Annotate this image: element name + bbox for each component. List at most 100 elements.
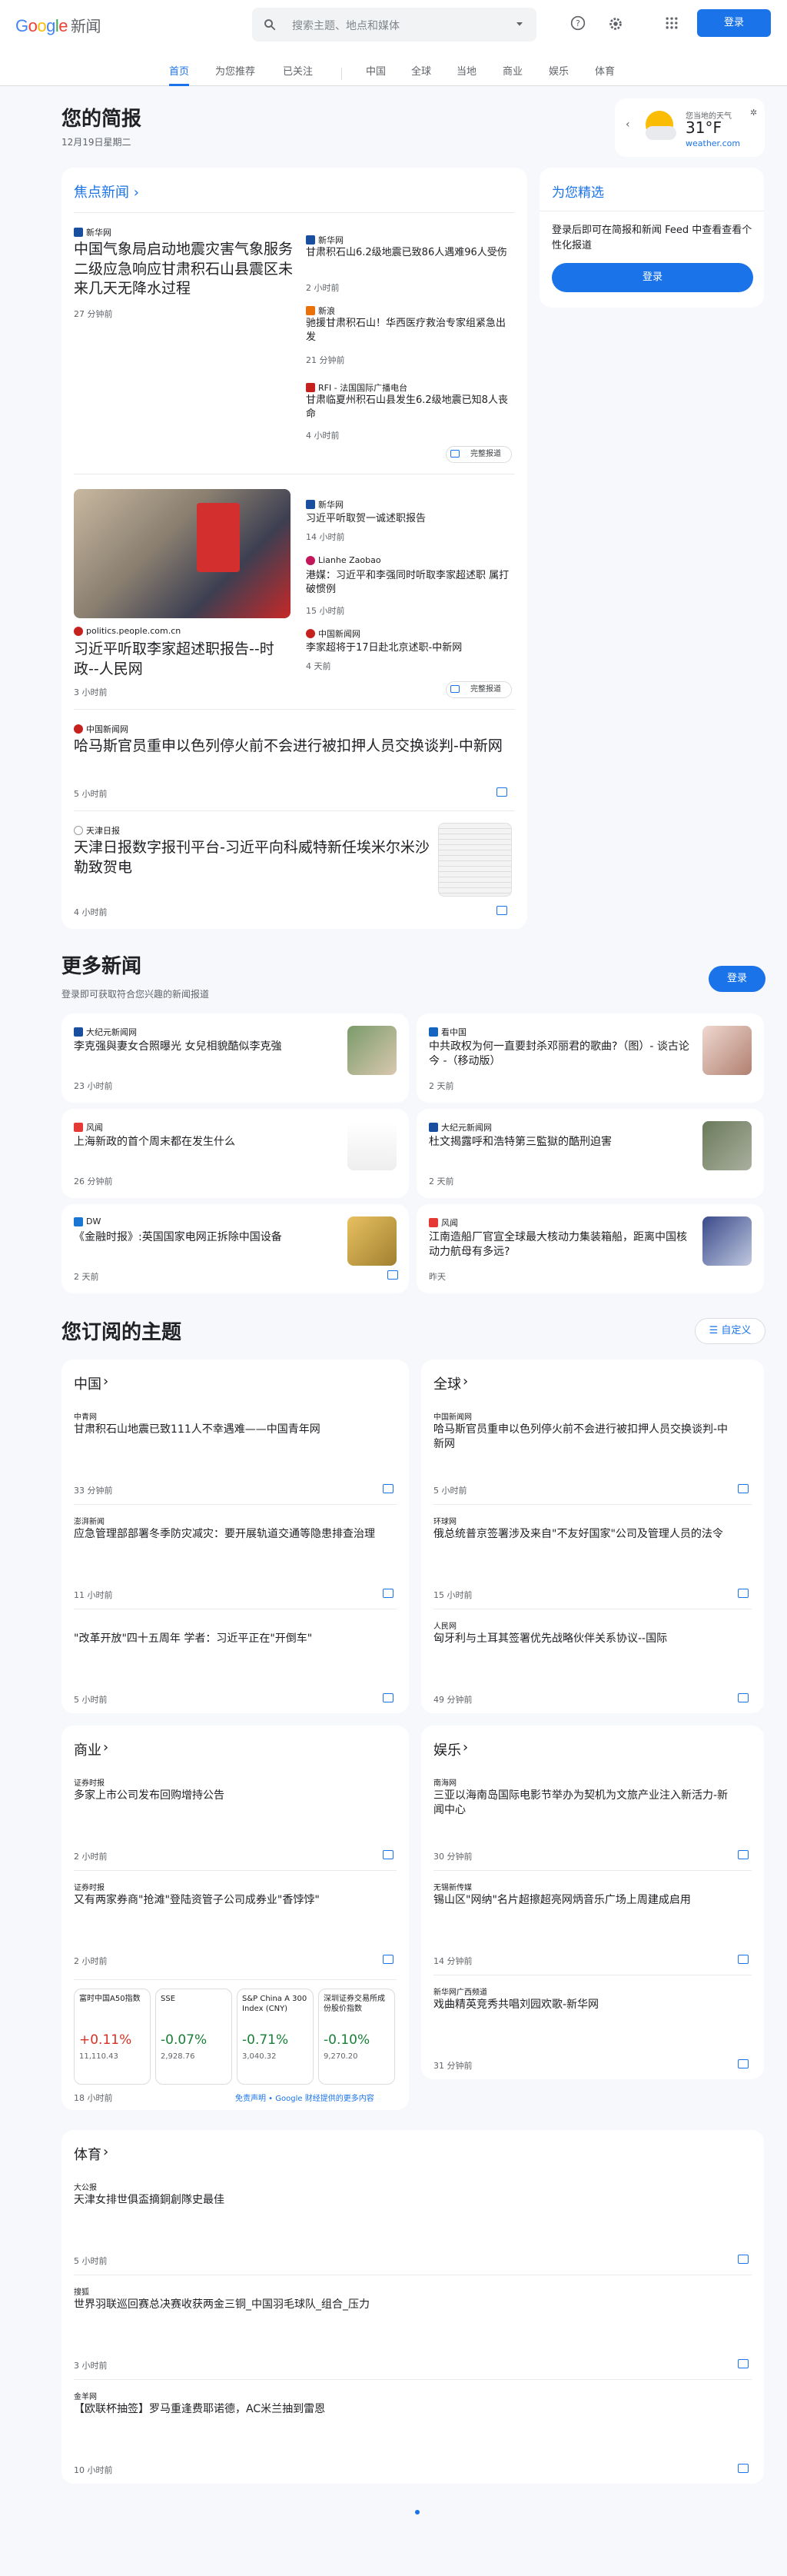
gear-icon[interactable]: ✲	[750, 108, 757, 118]
full-coverage-icon[interactable]	[383, 1955, 394, 1964]
topic-title[interactable]: 体育	[74, 2144, 101, 2164]
stock-quote-card[interactable]: 深圳证券交易所成份股价指数 -0.10% 9,270.20	[318, 1989, 395, 2085]
tab-business[interactable]: 商业	[503, 63, 523, 86]
help-icon[interactable]: ?	[570, 15, 586, 31]
article-image[interactable]	[347, 1216, 397, 1266]
headline-title[interactable]: 应急管理部部署冬季防灾减灾：要开展轨道交通等隐患排查治理	[74, 1527, 375, 1542]
news-card[interactable]: 大纪元新闻网 李克强與妻女合照曝光 女兒相貌酷似李克強 23 小时前	[61, 1013, 409, 1103]
related-article-title[interactable]: 驰援甘肃积石山！华西医疗救治专家组紧急出发	[306, 317, 513, 344]
news-card[interactable]: 看中国 中共政权为何一直要封杀邓丽君的歌曲?（图）- 谈古论今 -（移动版） 2 天…	[417, 1013, 764, 1103]
headline-title[interactable]: 多家上市公司发布回购增持公告	[74, 1789, 375, 1803]
headline-title[interactable]: 李克强與妻女合照曝光 女兒相貌酷似李克強	[74, 1040, 335, 1054]
search-input[interactable]: 搜索主题、地点和媒体	[292, 18, 400, 33]
news-card[interactable]: DW 《金融时报》:英国国家电网正拆除中国设备 2 天前	[61, 1204, 409, 1293]
customize-button[interactable]: ☰ 自定义	[695, 1318, 765, 1344]
headline-title[interactable]: 天津日报数字报刊平台-习近平向科威特新任埃米尔米沙勒致贺电	[74, 838, 435, 877]
tab-sports[interactable]: 体育	[595, 63, 615, 86]
headline-title[interactable]: 习近平听取李家超述职报告--时政--人民网	[74, 640, 293, 679]
full-coverage-icon[interactable]	[387, 1270, 398, 1280]
related-article-title[interactable]: 李家超将于17日赴北京述职-中新网	[306, 641, 513, 655]
chevron-left-icon[interactable]: ‹	[626, 118, 630, 131]
search-box[interactable]: 搜索主题、地点和媒体	[252, 8, 536, 42]
apps-grid-icon[interactable]	[664, 15, 679, 31]
divider	[74, 1504, 397, 1505]
tab-following[interactable]: 已关注	[283, 63, 313, 86]
news-card[interactable]: 大纪元新闻网 杜文揭露呼和浩特第三監獄的酷刑迫害 2 天前	[417, 1109, 764, 1198]
headline-title[interactable]: 哈马斯官员重申以色列停火前不会进行被扣押人员交换谈判-中新网	[74, 737, 504, 757]
news-card[interactable]: 风闻 江南造船厂官宣全球最大核动力集装箱船，距离中国核动力航母有多远? 昨天	[417, 1204, 764, 1293]
headline-title[interactable]: 江南造船厂官宣全球最大核动力集装箱船，距离中国核动力航母有多远?	[429, 1230, 690, 1260]
newspaper-thumbnail[interactable]	[438, 823, 512, 897]
timestamp: 4 小时前	[306, 431, 340, 441]
headline-title[interactable]: 杜文揭露呼和浩特第三監獄的酷刑迫害	[429, 1135, 690, 1150]
tab-china[interactable]: 中国	[366, 63, 386, 86]
full-coverage-icon[interactable]	[738, 1484, 749, 1493]
weather-link[interactable]: weather.com	[686, 138, 740, 148]
headline-title[interactable]: 匈牙利与土耳其签署优先战略伙伴关系协议--国际	[433, 1632, 730, 1646]
tab-for-you[interactable]: 为您推荐	[215, 63, 255, 86]
weather-widget[interactable]: ‹ 您当地的天气 31°F weather.com ✲	[615, 98, 765, 157]
full-coverage-icon[interactable]	[496, 906, 507, 915]
full-coverage-icon[interactable]	[738, 1850, 749, 1859]
stock-quote-card[interactable]: 富时中国A50指数 +0.11% 11,110.43	[74, 1989, 151, 2085]
headlines-title[interactable]: 焦点新闻 ›	[74, 181, 139, 201]
full-coverage-icon[interactable]	[738, 2255, 749, 2264]
topic-title[interactable]: 中国	[74, 1373, 101, 1393]
login-button[interactable]: 登录	[709, 966, 765, 992]
related-article-title[interactable]: 甘肃积石山6.2级地震已致86人遇难96人受伤	[306, 246, 513, 260]
article-image[interactable]	[347, 1026, 397, 1075]
article-image[interactable]	[347, 1121, 397, 1170]
full-coverage-icon[interactable]	[738, 1693, 749, 1702]
headline-title[interactable]: 俄总统普京签署涉及来自"不友好国家"公司及管理人员的法令	[433, 1527, 730, 1542]
full-coverage-icon[interactable]	[738, 2059, 749, 2068]
related-article-title[interactable]: 甘肃临夏州积石山县发生6.2级地震已知8人丧命	[306, 394, 513, 421]
tab-world[interactable]: 全球	[411, 63, 431, 86]
full-coverage-icon[interactable]	[738, 2464, 749, 2473]
article-image[interactable]	[702, 1121, 752, 1170]
article-image[interactable]	[702, 1216, 752, 1266]
headline-title[interactable]: 天津女排世俱盃摘銅創隊史最佳	[74, 2193, 730, 2208]
headline-title[interactable]: 中国气象局启动地震灾害气象服务二级应急响应甘肃积石山县震区未来几天无降水过程	[74, 240, 293, 299]
picks-for-you-card: 为您精选 登录后即可在简报和新闻 Feed 中查看查看个性化报道 登录	[540, 168, 764, 308]
chevron-down-icon[interactable]	[513, 18, 526, 30]
topic-title[interactable]: 商业	[74, 1739, 101, 1759]
headline-title[interactable]: 中共政权为何一直要封杀邓丽君的歌曲?（图）- 谈古论今 -（移动版）	[429, 1040, 690, 1069]
headline-title[interactable]: 哈马斯官员重申以色列停火前不会进行被扣押人员交换谈判-中新网	[433, 1423, 730, 1452]
full-coverage-icon[interactable]	[383, 1693, 394, 1702]
search-icon[interactable]	[263, 18, 277, 32]
tab-entertainment[interactable]: 娱乐	[549, 63, 569, 86]
article-image[interactable]	[74, 489, 291, 618]
headline-title[interactable]: 世界羽联巡回赛总决赛收获两金三铜_中国羽毛球队_组合_压力	[74, 2298, 730, 2312]
full-coverage-icon[interactable]	[383, 1484, 394, 1493]
headline-title[interactable]: 又有两家券商"抢滩"登陆资管子公司成券业"香饽饽"	[74, 1893, 375, 1908]
headline-title[interactable]: 甘肃积石山地震已致111人不幸遇难——中国青年网	[74, 1423, 375, 1437]
login-button[interactable]: 登录	[552, 263, 753, 292]
topic-title[interactable]: 全球	[433, 1373, 461, 1393]
full-coverage-icon[interactable]	[738, 1955, 749, 1964]
related-article-title[interactable]: 港媒：习近平和李强同时听取李家超述职 属打破惯例	[306, 569, 513, 596]
full-coverage-icon[interactable]	[738, 1589, 749, 1598]
full-coverage-icon[interactable]	[496, 787, 507, 797]
headline-title[interactable]: 戏曲精英竞秀共唱刘园欢歌-新华网	[433, 1998, 730, 2012]
settings-gear-icon[interactable]	[607, 15, 624, 32]
full-coverage-icon[interactable]	[738, 2359, 749, 2368]
google-news-logo[interactable]: Google 新闻	[15, 14, 101, 36]
full-coverage-icon[interactable]	[383, 1589, 394, 1598]
topic-title[interactable]: 娱乐	[433, 1739, 461, 1759]
headline-title[interactable]: 三亚以海南岛国际电影节举办为契机为文旅产业注入新活力-新闻中心	[433, 1789, 730, 1818]
article-image[interactable]	[702, 1026, 752, 1075]
tab-local[interactable]: 当地	[457, 63, 477, 86]
news-card[interactable]: 风闻 上海新政的首个周末都在发生什么 26 分钟前	[61, 1109, 409, 1198]
headline-title[interactable]: "改革开放"四十五周年 学者：习近平正在"开倒车"	[74, 1632, 375, 1646]
full-coverage-icon[interactable]	[383, 1850, 394, 1859]
tab-home[interactable]: 首页	[169, 63, 190, 86]
stock-quote-card[interactable]: SSE -0.07% 2,928.76	[155, 1989, 232, 2085]
headline-title[interactable]: 上海新政的首个周末都在发生什么	[74, 1135, 335, 1150]
headline-title[interactable]: 【欧联杯抽签】罗马重逢费耶诺德，AC米兰抽到雷恩	[74, 2402, 730, 2417]
login-button[interactable]: 登录	[697, 9, 771, 37]
finance-disclaimer-link[interactable]: 免责声明 • Google 财经提供的更多内容	[235, 2092, 374, 2103]
headline-title[interactable]: 《金融时报》:英国国家电网正拆除中国设备	[74, 1230, 335, 1245]
stock-quote-card[interactable]: S&P China A 300 Index (CNY) -0.71% 3,040.3…	[237, 1989, 314, 2085]
headline-title[interactable]: 锡山区"网纳"名片超擦超亮网炳音乐广场上周建成启用	[433, 1893, 730, 1908]
related-article-title[interactable]: 习近平听取贺一诚述职报告	[306, 512, 513, 526]
